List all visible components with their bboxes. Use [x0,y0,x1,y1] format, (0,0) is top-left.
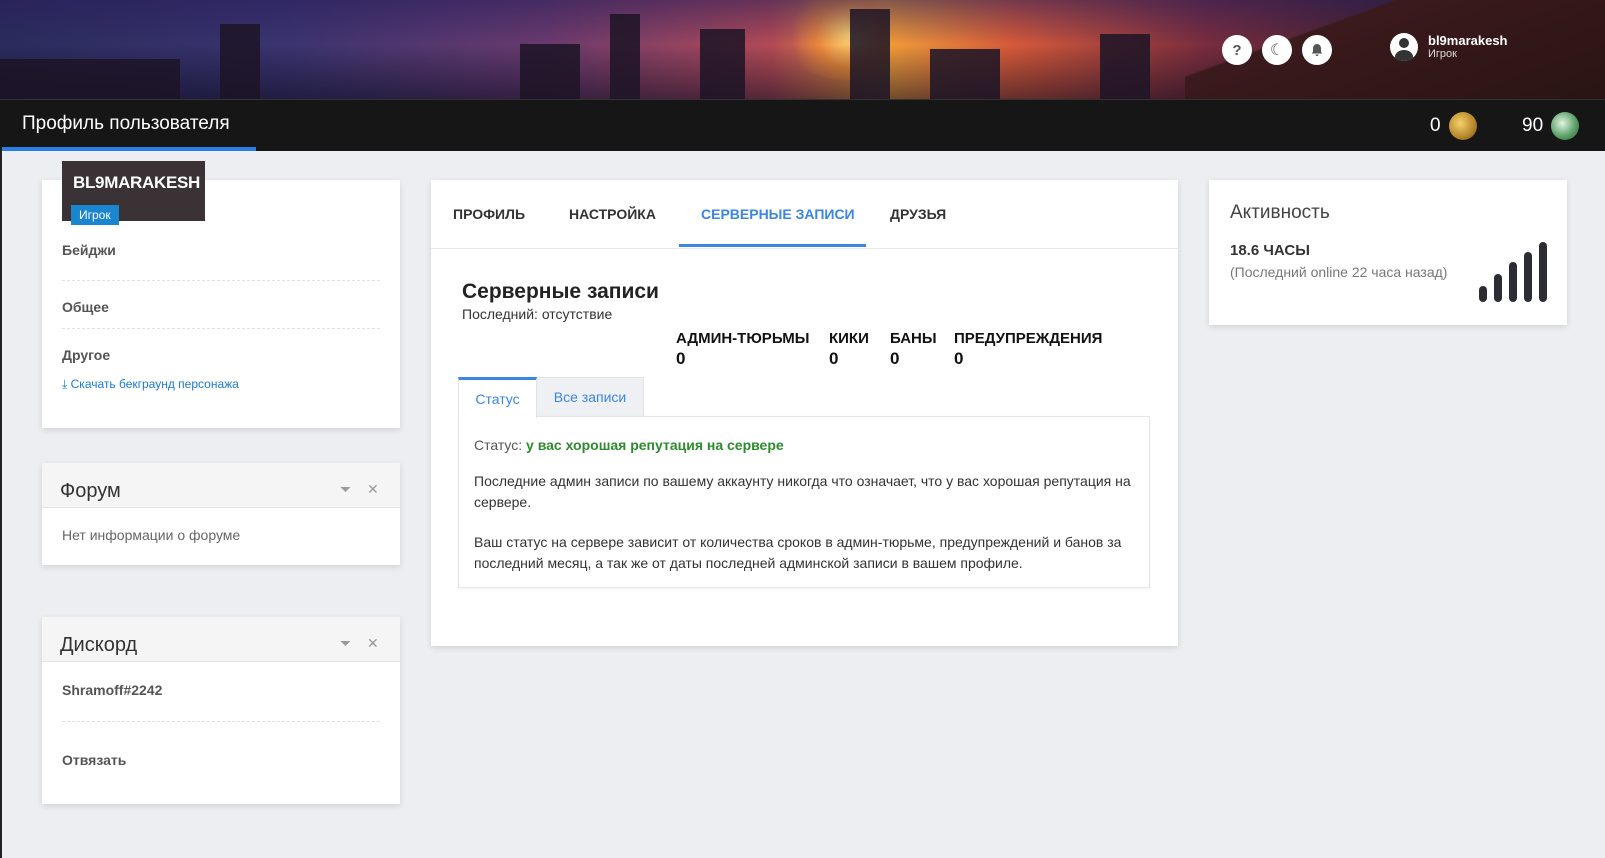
banner-skyline [0,59,180,99]
status-paragraph-2: Ваш статус на сервере зависит от количес… [474,534,1122,571]
nickname-plate: BL9MARAKESH Игрок [62,161,205,225]
badges-label: Бейджи [62,242,116,258]
counter-value: 0 [676,349,686,368]
forum-info-text: Нет информации о форуме [62,527,241,543]
activity-title: Активность [1230,202,1330,223]
nickname: BL9MARAKESH [73,173,201,192]
counter-value: 0 [829,349,839,368]
activity-hours: 18.6 ЧАСЫ [1230,242,1310,259]
bell-glyph [1311,44,1323,56]
header-icons: ? ☾ [1222,35,1332,65]
collapse-icon[interactable]: ⏷ [340,481,351,498]
forum-widget: Форум ⏷ ✕ Нет информации о форуме [42,463,400,565]
discord-account: Shramoff#2242 [62,682,163,698]
discord-widget-header: Дискорд ⏷ ✕ [42,617,400,662]
activity-signal-icon [1479,242,1551,302]
title-underline [2,147,256,151]
other-label: Другое [62,347,111,363]
signal-bar [1479,286,1487,302]
counter-warnings: ПРЕДУПРЕЖДЕНИЯ 0 [954,330,1102,369]
discord-widget: Дискорд ⏷ ✕ Shramoff#2242 Отвязать [42,617,400,804]
download-background-link[interactable]: ⤓ Скачать бекграунд персонажа [62,377,239,392]
role-badge: Игрок [71,205,119,225]
section-title: Серверные записи [462,280,659,303]
counter-label: ПРЕДУПРЕЖДЕНИЯ [954,330,1103,347]
activity-card: Активность 18.6 ЧАСЫ (Последний online 2… [1209,180,1567,325]
green-medal-icon [1551,112,1580,140]
status-content: Статус: у вас хорошая репутация на серве… [458,416,1150,588]
user-role: Игрок [1428,48,1457,60]
green-medal-stat: 90 [1522,112,1580,140]
tab-settings[interactable]: НАСТРОЙКА [569,206,656,222]
tab-friends[interactable]: ДРУЗЬЯ [890,206,946,222]
gold-medal-icon [1448,112,1477,140]
tab-profile[interactable]: ПРОФИЛЬ [453,206,525,222]
active-tab-indicator [679,244,866,247]
discord-widget-title: Дискорд [60,634,138,656]
subtab-all-records[interactable]: Все записи [536,377,644,416]
status-paragraph-1: Последние админ записи по вашему аккаунт… [474,473,1131,510]
forum-widget-header: Форум ⏷ ✕ [42,463,400,508]
counter-value: 0 [954,349,964,368]
counter-label: АДМИН-ТЮРЬМЫ [676,330,810,347]
status-value: у вас хорошая репутация на сервере [526,437,784,453]
counter-label: БАНЫ [890,330,937,347]
counter-admin-jail: АДМИН-ТЮРЬМЫ 0 [676,330,809,369]
tab-server-records[interactable]: СЕРВЕРНЫЕ ЗАПИСИ [701,206,855,222]
signal-bar [1494,274,1502,302]
close-icon[interactable]: ✕ [367,635,379,652]
activity-last-online: (Последний online 22 часа назад) [1230,264,1448,280]
divider [62,280,380,281]
general-label: Общее [62,299,109,315]
forum-widget-title: Форум [60,480,121,502]
signal-bar [1539,242,1547,302]
server-records-panel: ПРОФИЛЬ НАСТРОЙКА СЕРВЕРНЫЕ ЗАПИСИ ДРУЗЬ… [431,180,1178,646]
section-subtitle: Последний: отсутствие [462,306,613,322]
bell-icon[interactable] [1302,35,1332,65]
green-medal-count: 90 [1522,115,1544,136]
title-bar: Профиль пользователя 0 90 [0,99,1605,151]
gold-medal-count: 0 [1430,115,1441,136]
counter-bans: БАНЫ 0 [890,330,937,369]
counter-kicks: КИКИ 0 [829,330,869,369]
counter-value: 0 [890,349,900,368]
status-line: Статус: у вас хорошая репутация на серве… [474,437,784,453]
subtab-status[interactable]: Статус [458,377,537,418]
page-title: Профиль пользователя [22,113,230,134]
collapse-icon[interactable]: ⏷ [340,635,351,652]
signal-bar [1524,252,1532,302]
counter-label: КИКИ [829,330,869,347]
close-icon[interactable]: ✕ [367,481,379,498]
moon-icon[interactable]: ☾ [1262,35,1292,65]
signal-bar [1509,262,1517,302]
gold-medal-stat: 0 [1430,112,1477,140]
status-prefix: Статус: [474,437,527,453]
user-menu[interactable]: bl9marakesh Игрок [1390,33,1508,61]
unlink-discord-button[interactable]: Отвязать [62,752,126,768]
help-icon[interactable]: ? [1222,35,1252,65]
profile-tabs: ПРОФИЛЬ НАСТРОЙКА СЕРВЕРНЫЕ ЗАПИСИ ДРУЗЬ… [431,180,1178,249]
divider [62,721,380,722]
user-name: bl9marakesh [1428,33,1508,48]
header-banner [0,0,1605,99]
avatar [1390,33,1418,61]
divider [62,328,380,329]
